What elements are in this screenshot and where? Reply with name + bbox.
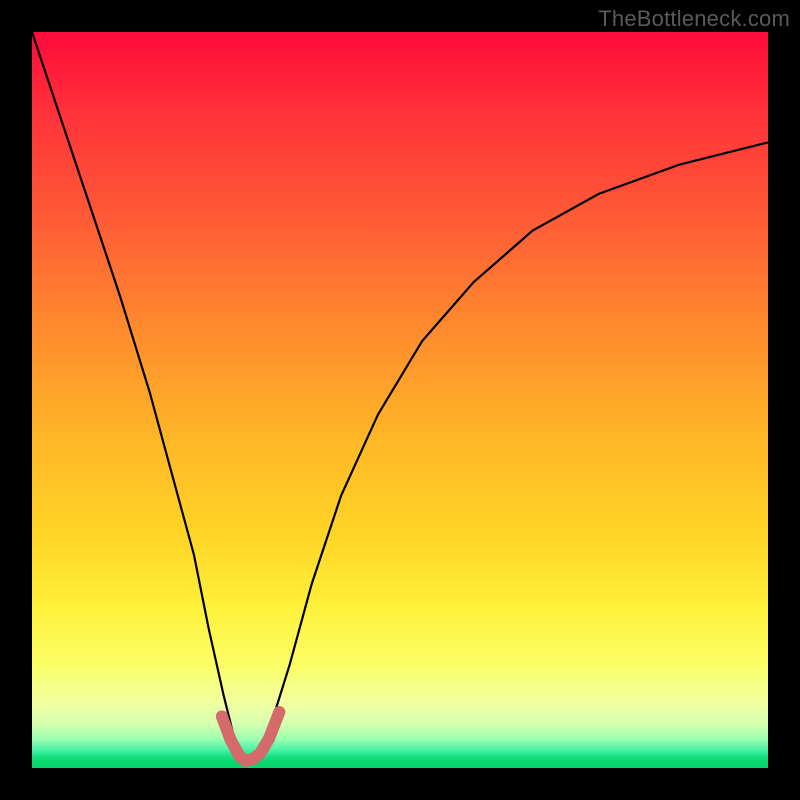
marker-dot bbox=[216, 711, 228, 723]
marker-dot bbox=[273, 706, 285, 718]
chart-plot-area bbox=[32, 32, 768, 768]
bottleneck-curve bbox=[32, 32, 768, 761]
watermark-text: TheBottleneck.com bbox=[598, 6, 790, 32]
outer-frame: TheBottleneck.com bbox=[0, 0, 800, 800]
marker-dot bbox=[263, 733, 275, 745]
marker-dot bbox=[254, 747, 266, 759]
marker-dot bbox=[225, 734, 237, 746]
chart-svg bbox=[32, 32, 768, 768]
